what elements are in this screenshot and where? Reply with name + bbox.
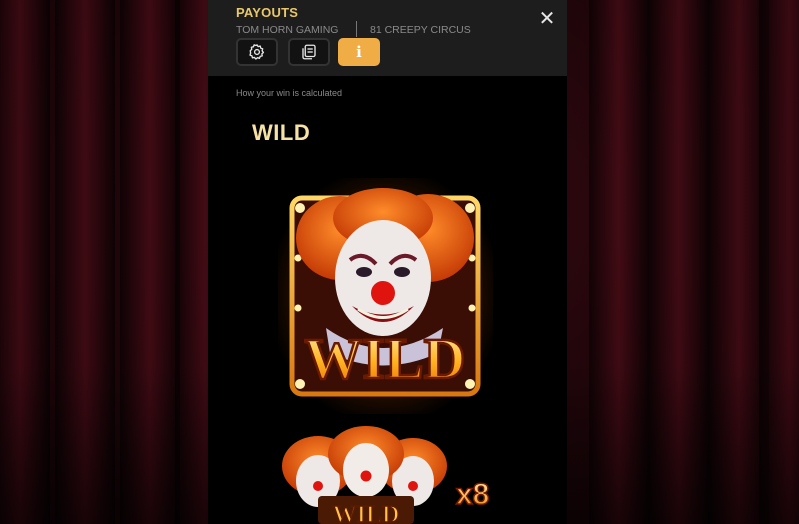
header-divider bbox=[356, 21, 357, 37]
wild-multiplier-value: x8 bbox=[456, 478, 489, 511]
wild-symbol-label: WILD bbox=[304, 326, 465, 391]
panel-title: PAYOUTS bbox=[236, 5, 299, 20]
gear-icon bbox=[249, 44, 265, 60]
wild-multiplier-label: WILD bbox=[333, 502, 400, 524]
wild-symbol-image: WILD bbox=[278, 178, 493, 414]
close-icon: ✕ bbox=[538, 6, 556, 30]
game-name: 81 CREEPY CIRCUS bbox=[370, 24, 471, 36]
provider-name: TOM HORN GAMING bbox=[236, 24, 339, 36]
close-button[interactable]: ✕ bbox=[537, 8, 557, 28]
section-subtitle: How your win is calculated bbox=[236, 88, 343, 98]
section-title: WILD bbox=[252, 120, 311, 145]
wild-multiplier-image: WILD x8 bbox=[282, 426, 490, 524]
tab-info[interactable]: i bbox=[338, 38, 380, 66]
tab-settings[interactable] bbox=[236, 38, 278, 66]
panel-header: PAYOUTS TOM HORN GAMING 81 CREEPY CIRCUS… bbox=[208, 0, 567, 76]
info-icon: i bbox=[356, 43, 362, 61]
payouts-panel: PAYOUTS TOM HORN GAMING 81 CREEPY CIRCUS… bbox=[208, 0, 567, 524]
tab-history[interactable] bbox=[288, 38, 330, 66]
history-icon bbox=[302, 44, 316, 60]
